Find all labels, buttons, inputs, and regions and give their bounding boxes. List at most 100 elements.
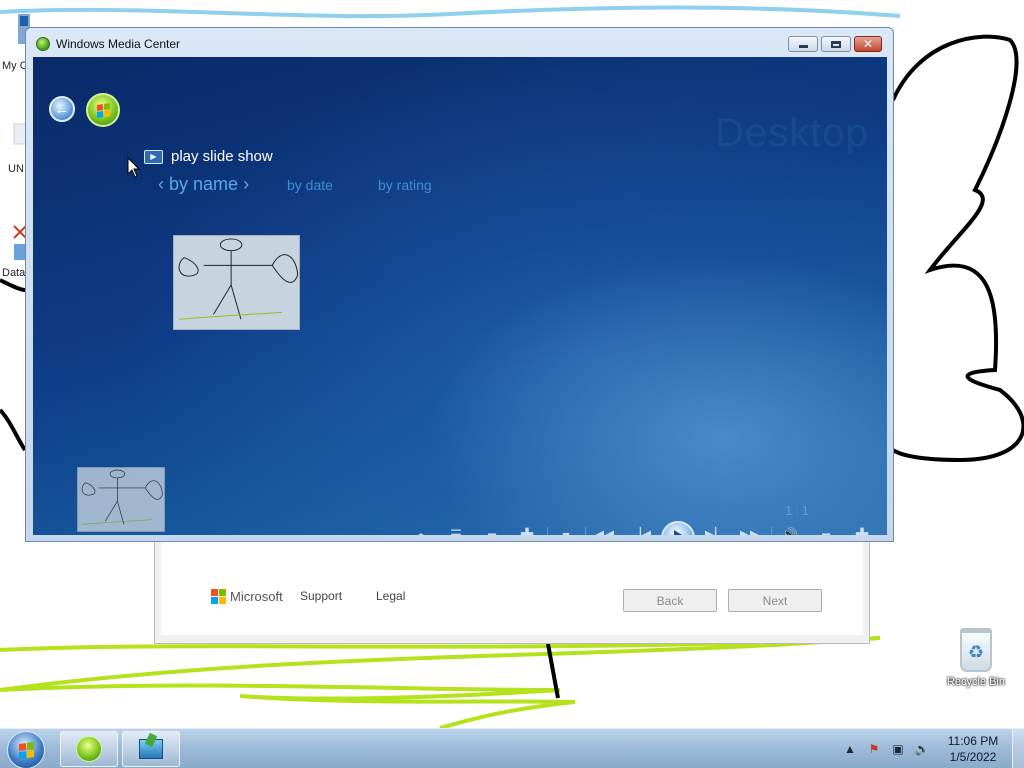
record-icon: ● bbox=[417, 527, 425, 536]
next-icon: ▶▏ bbox=[705, 527, 725, 535]
mute-icon: 🔊 bbox=[781, 527, 799, 535]
channel-up-button[interactable]: ✚ bbox=[517, 525, 537, 535]
stick-figure-drawing bbox=[81, 469, 163, 525]
play-button[interactable] bbox=[661, 521, 695, 535]
stop-button[interactable]: ■ bbox=[556, 525, 576, 536]
guide-icon: ☰ bbox=[450, 527, 462, 535]
page-current: 1 bbox=[785, 503, 793, 518]
volume-up-icon: ✚ bbox=[854, 525, 870, 535]
page-total: 1 bbox=[801, 503, 809, 518]
close-button[interactable]: ✕ bbox=[854, 36, 882, 52]
microsoft-logo: Microsoft bbox=[211, 589, 283, 604]
clock-date: 1/5/2022 bbox=[949, 750, 997, 764]
rewind-button[interactable]: ◀◀ bbox=[594, 525, 614, 535]
show-desktop-button[interactable] bbox=[1012, 729, 1024, 768]
setup-dialog: Microsoft Support Legal Back Next bbox=[154, 530, 870, 644]
action-center-icon[interactable]: ⚑ bbox=[866, 741, 882, 757]
channel-up-icon: ✚ bbox=[519, 525, 535, 535]
window-title: Windows Media Center bbox=[56, 37, 181, 51]
chevron-up-icon: ▲ bbox=[844, 742, 856, 756]
flag-error-icon: ⚑ bbox=[868, 742, 880, 756]
speaker-icon: 🔈 bbox=[914, 742, 930, 756]
control-separator bbox=[771, 527, 772, 535]
previous-button[interactable]: ▕◀ bbox=[631, 525, 651, 535]
windows-logo-icon bbox=[19, 741, 34, 760]
windows-logo-icon bbox=[97, 103, 110, 118]
mouse-cursor-icon bbox=[127, 157, 141, 178]
record-button[interactable]: ● bbox=[411, 525, 431, 536]
show-hidden-icons-button[interactable]: ▲ bbox=[842, 741, 858, 757]
media-center-window: Windows Media Center ✕ Desktop ← ▶ play … bbox=[25, 27, 894, 542]
play-icon bbox=[673, 530, 687, 535]
taskbar-item-media-center[interactable] bbox=[60, 731, 118, 767]
control-separator bbox=[547, 527, 548, 535]
chevron-left-icon: ‹ bbox=[158, 174, 164, 194]
next-button[interactable]: Next bbox=[728, 589, 822, 612]
fast-forward-icon: ▶▶ bbox=[740, 527, 760, 535]
volume-down-button[interactable]: ━ bbox=[816, 525, 836, 535]
page-indicator: 1 | 1 bbox=[785, 503, 809, 518]
next-button[interactable]: ▶▏ bbox=[705, 525, 725, 535]
sort-by-name[interactable]: ‹ by name › bbox=[158, 174, 249, 195]
microsoft-logo-icon bbox=[211, 589, 226, 604]
support-link[interactable]: Support bbox=[300, 589, 342, 603]
window-titlebar[interactable]: Windows Media Center ✕ bbox=[26, 28, 893, 58]
control-separator bbox=[585, 527, 586, 535]
channel-down-button[interactable]: ━ bbox=[482, 525, 502, 535]
microsoft-brand-text: Microsoft bbox=[230, 589, 283, 604]
taskbar-item-setup[interactable] bbox=[122, 731, 180, 767]
minimize-icon bbox=[798, 45, 808, 48]
fast-forward-button[interactable]: ▶▶ bbox=[740, 525, 760, 535]
back-button[interactable]: Back bbox=[623, 589, 717, 612]
green-stroke bbox=[0, 636, 881, 730]
sort-by-date[interactable]: by date bbox=[287, 177, 333, 193]
start-button[interactable] bbox=[7, 731, 45, 768]
media-center-start-button[interactable] bbox=[86, 93, 120, 127]
sort-by-rating[interactable]: by rating bbox=[378, 177, 432, 193]
taskbar: ▲ ⚑ ▣ 🔈 11:06 PM 1/5/2022 bbox=[0, 728, 1024, 768]
maximize-button[interactable] bbox=[821, 36, 851, 52]
recycle-bin-label: Recycle Bin bbox=[946, 676, 1006, 688]
previous-icon: ▕◀ bbox=[631, 527, 651, 535]
selected-picture-preview bbox=[77, 467, 165, 532]
recycle-bin-icon bbox=[960, 628, 992, 672]
maximize-icon bbox=[831, 40, 841, 48]
sort-active-label: by name bbox=[169, 174, 239, 194]
desktop-icon-label: My C bbox=[2, 60, 28, 72]
network-icon[interactable]: ▣ bbox=[890, 741, 906, 757]
channel-down-icon: ━ bbox=[488, 527, 496, 535]
rewind-icon: ◀◀ bbox=[594, 527, 614, 535]
stick-figure-drawing bbox=[178, 238, 299, 320]
mute-button[interactable]: 🔊 bbox=[780, 525, 800, 535]
black-stroke-right bbox=[891, 34, 1024, 463]
system-clock[interactable]: 11:06 PM 1/5/2022 bbox=[935, 733, 1011, 765]
back-arrow-button[interactable]: ← bbox=[49, 96, 75, 122]
slide-show-icon: ▶ bbox=[144, 149, 163, 164]
media-center-app-icon bbox=[36, 37, 50, 51]
picture-thumbnail[interactable] bbox=[173, 235, 300, 330]
play-slide-show-button[interactable]: ▶ play slide show bbox=[144, 148, 273, 165]
clock-time: 11:06 PM bbox=[947, 734, 999, 748]
stop-icon: ■ bbox=[562, 527, 570, 536]
setup-dialog-body: Microsoft Support Legal Back Next bbox=[161, 531, 863, 635]
guide-button[interactable]: ☰ bbox=[446, 525, 466, 535]
desktop-icon-recycle-bin[interactable]: Recycle Bin bbox=[940, 628, 1012, 688]
black-stroke-left bbox=[0, 278, 27, 452]
close-icon: ✕ bbox=[862, 37, 874, 51]
desktop-icon-label: UN bbox=[8, 163, 24, 175]
volume-down-icon: ━ bbox=[822, 527, 830, 535]
media-center-icon bbox=[76, 736, 102, 762]
desktop-icon-label: Data bbox=[2, 267, 26, 279]
chevron-right-icon: › bbox=[243, 174, 250, 194]
legal-link[interactable]: Legal bbox=[376, 589, 405, 603]
minimize-button[interactable] bbox=[788, 36, 818, 52]
desktop-watermark: Desktop bbox=[715, 111, 869, 155]
media-center-content: Desktop ← ▶ play slide show ‹ by name › … bbox=[33, 57, 887, 535]
setup-icon bbox=[139, 739, 163, 759]
page-separator: | bbox=[795, 503, 799, 518]
back-arrow-icon: ← bbox=[54, 100, 70, 118]
volume-up-button[interactable]: ✚ bbox=[852, 525, 872, 535]
blue-stroke bbox=[0, 5, 901, 19]
network-icon-glyph: ▣ bbox=[892, 742, 904, 756]
volume-tray-icon[interactable]: 🔈 bbox=[914, 741, 930, 757]
